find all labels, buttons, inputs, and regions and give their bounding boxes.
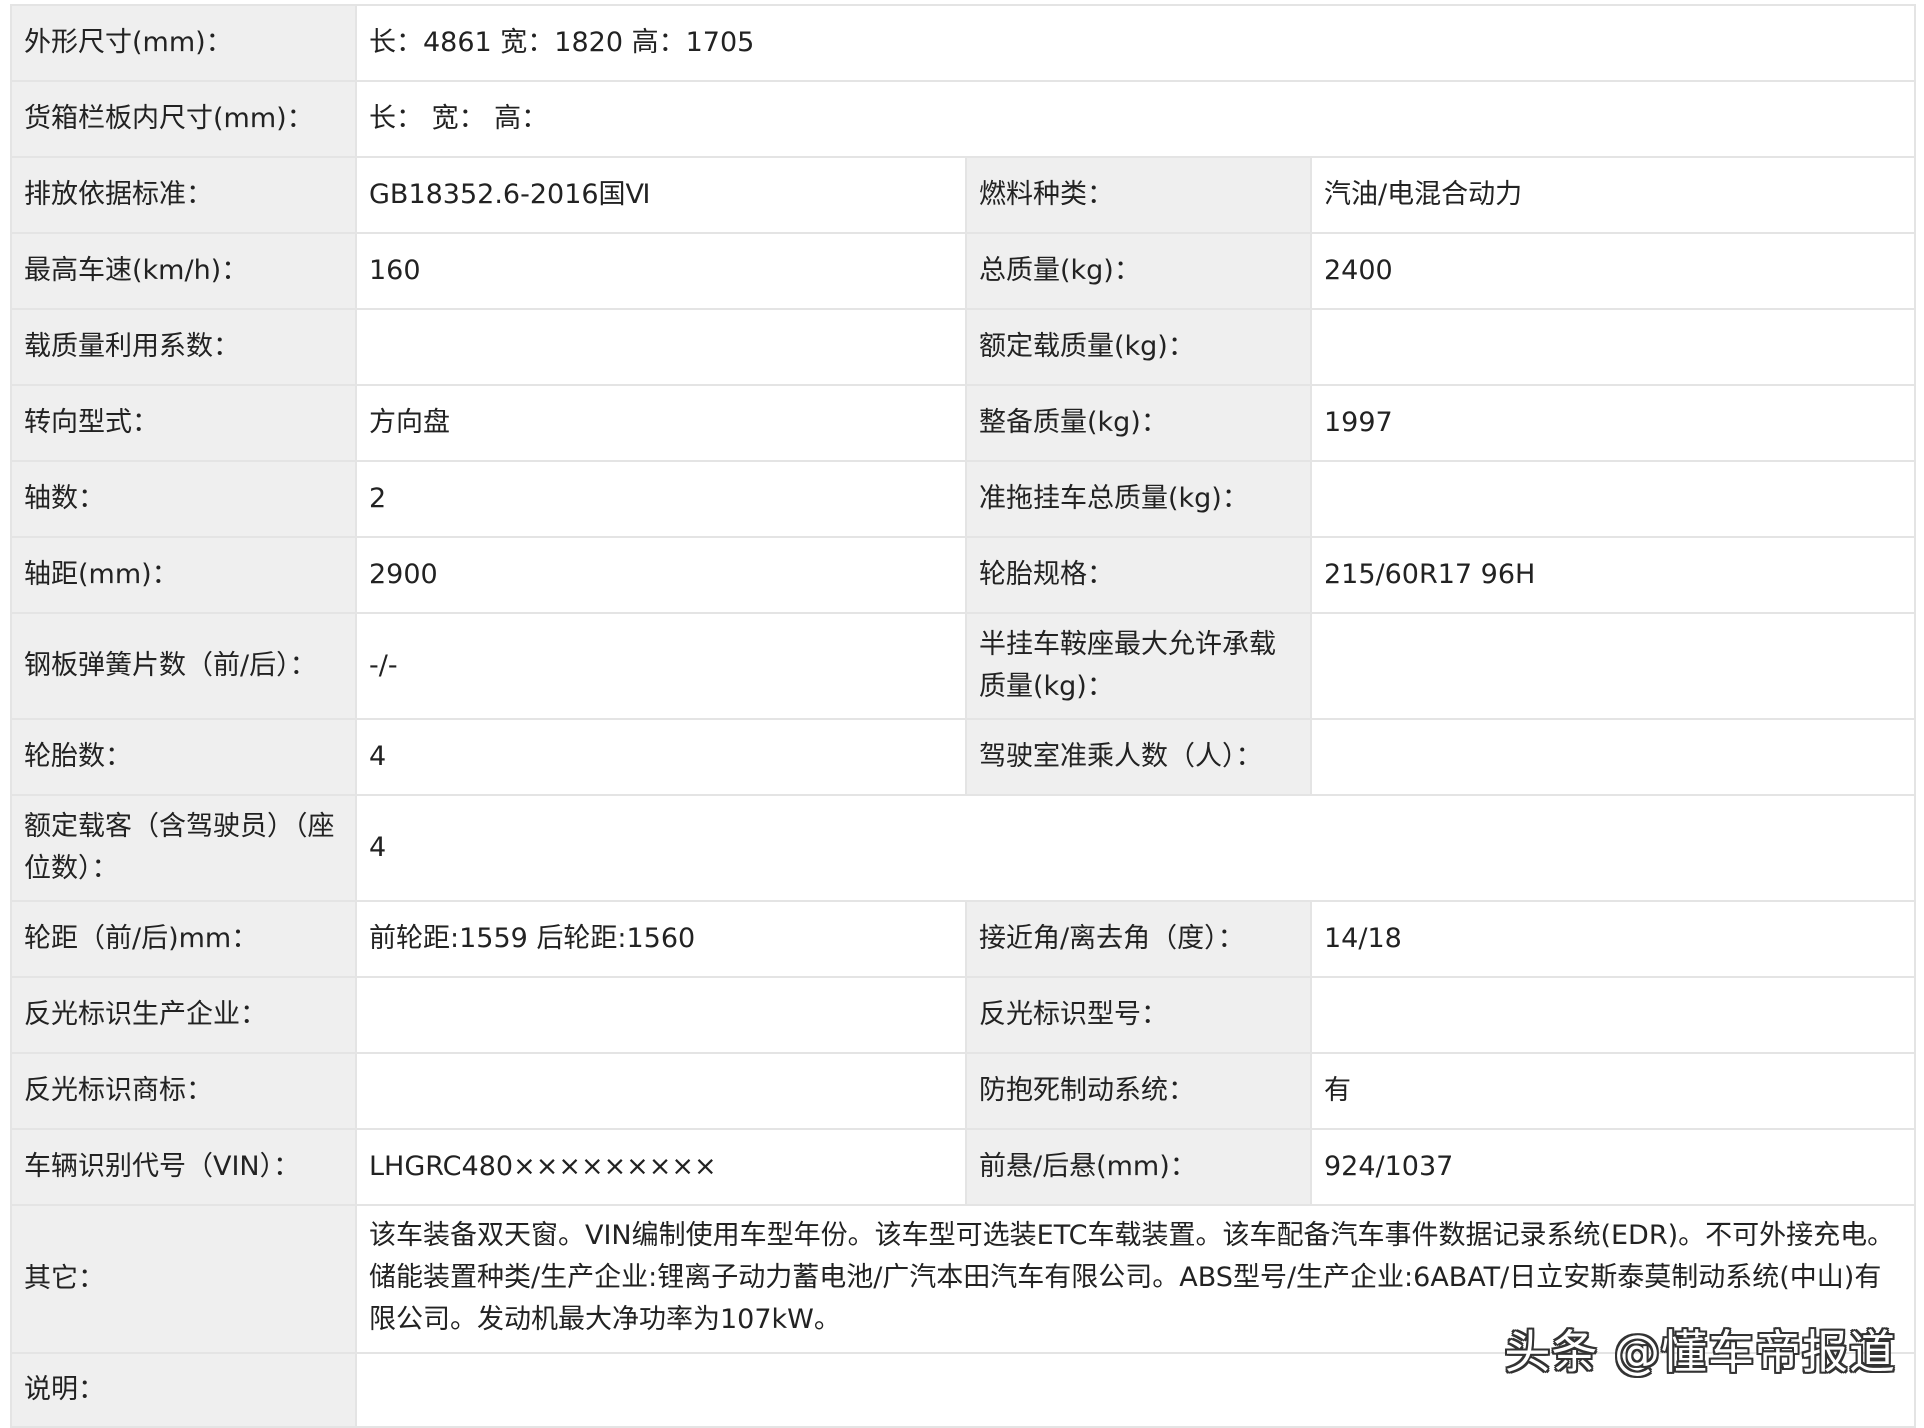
spec-value: 4: [355, 718, 967, 796]
spec-value: GB18352.6-2016国Ⅵ: [355, 156, 967, 234]
spec-row-vin-overhang: 车辆识别代号（VIN）： LHGRC480××××××××× 前悬/后悬(mm)…: [10, 1128, 1917, 1206]
spec-value: [355, 1052, 967, 1130]
spec-row-speed-mass: 最高车速(km/h)： 160 总质量(kg)： 2400: [10, 232, 1917, 310]
spec-value: [355, 976, 967, 1054]
spec-label: 其它：: [10, 1204, 357, 1354]
spec-value: 924/1037: [1309, 1128, 1917, 1206]
spec-value: 汽油/电混合动力: [1309, 156, 1917, 234]
spec-row-reflective-maker: 反光标识生产企业： 反光标识型号：: [10, 976, 1917, 1054]
spec-row-cargo-dimensions: 货箱栏板内尺寸(mm)： 长： 宽： 高：: [10, 80, 1917, 158]
spec-label: 半挂车鞍座最大允许承载质量(kg)：: [965, 612, 1312, 720]
spec-row-load: 载质量利用系数： 额定载质量(kg)：: [10, 308, 1917, 386]
spec-label: 前悬/后悬(mm)：: [965, 1128, 1312, 1206]
spec-row-emission-fuel: 排放依据标准： GB18352.6-2016国Ⅵ 燃料种类： 汽油/电混合动力: [10, 156, 1917, 234]
spec-row-track-angles: 轮距（前/后)mm： 前轮距:1559 后轮距:1560 接近角/离去角（度）：…: [10, 900, 1917, 978]
spec-label: 防抱死制动系统：: [965, 1052, 1312, 1130]
spec-row-springs-saddle: 钢板弹簧片数（前/后）： -/- 半挂车鞍座最大允许承载质量(kg)：: [10, 612, 1917, 720]
spec-value: -/-: [355, 612, 967, 720]
spec-label: 准拖挂车总质量(kg)：: [965, 460, 1312, 538]
spec-label: 轮距（前/后)mm：: [10, 900, 357, 978]
spec-label: 钢板弹簧片数（前/后）：: [10, 612, 357, 720]
spec-row-dimensions: 外形尺寸(mm)： 长：4861 宽：1820 高：1705: [10, 4, 1917, 82]
spec-label: 额定载质量(kg)：: [965, 308, 1312, 386]
spec-value: 4: [354, 794, 1917, 902]
spec-value: 2: [355, 460, 967, 538]
spec-label: 整备质量(kg)：: [965, 384, 1312, 462]
spec-label: 轮胎规格：: [965, 536, 1312, 614]
spec-value: 长： 宽： 高：: [354, 80, 1917, 158]
spec-label: 总质量(kg)：: [965, 232, 1312, 310]
spec-label: 车辆识别代号（VIN）：: [10, 1128, 357, 1206]
spec-value: 160: [355, 232, 967, 310]
spec-label: 额定载客（含驾驶员）（座位数）：: [10, 794, 357, 902]
spec-label: 轴数：: [10, 460, 357, 538]
spec-value: 前轮距:1559 后轮距:1560: [355, 900, 967, 978]
spec-label: 载质量利用系数：: [10, 308, 357, 386]
spec-label: 转向型式：: [10, 384, 357, 462]
spec-value: [1309, 718, 1917, 796]
spec-label: 外形尺寸(mm)：: [10, 4, 357, 82]
spec-label: 反光标识型号：: [965, 976, 1312, 1054]
spec-row-axles-trailer: 轴数： 2 准拖挂车总质量(kg)：: [10, 460, 1917, 538]
spec-value: [355, 308, 967, 386]
spec-label: 说明：: [10, 1352, 357, 1428]
spec-value: LHGRC480×××××××××: [355, 1128, 967, 1206]
spec-value: [1309, 460, 1917, 538]
spec-row-tires-cab: 轮胎数： 4 驾驶室准乘人数（人）：: [10, 718, 1917, 796]
vehicle-spec-table: 外形尺寸(mm)： 长：4861 宽：1820 高：1705 货箱栏板内尺寸(m…: [10, 4, 1917, 1428]
spec-label: 反光标识商标：: [10, 1052, 357, 1130]
spec-label: 反光标识生产企业：: [10, 976, 357, 1054]
spec-label: 货箱栏板内尺寸(mm)：: [10, 80, 357, 158]
spec-row-steering-curb: 转向型式： 方向盘 整备质量(kg)： 1997: [10, 384, 1917, 462]
spec-value: [1309, 612, 1917, 720]
spec-label: 燃料种类：: [965, 156, 1312, 234]
spec-label: 轴距(mm)：: [10, 536, 357, 614]
spec-label: 排放依据标准：: [10, 156, 357, 234]
spec-value: 长：4861 宽：1820 高：1705: [354, 4, 1917, 82]
spec-value: [1309, 976, 1917, 1054]
watermark: 头条 @懂车帝报道: [1504, 1325, 1896, 1379]
spec-row-wheelbase-tire: 轴距(mm)： 2900 轮胎规格： 215/60R17 96H: [10, 536, 1917, 614]
spec-row-seats: 额定载客（含驾驶员）（座位数）： 4: [10, 794, 1917, 902]
spec-value: 2400: [1309, 232, 1917, 310]
spec-value: 2900: [355, 536, 967, 614]
spec-row-reflective-brand-abs: 反光标识商标： 防抱死制动系统： 有: [10, 1052, 1917, 1130]
spec-value: 14/18: [1309, 900, 1917, 978]
spec-value: 215/60R17 96H: [1309, 536, 1917, 614]
spec-label: 轮胎数：: [10, 718, 357, 796]
spec-value: 有: [1309, 1052, 1917, 1130]
spec-label: 驾驶室准乘人数（人）：: [965, 718, 1312, 796]
spec-label: 最高车速(km/h)：: [10, 232, 357, 310]
spec-label: 接近角/离去角（度）：: [965, 900, 1312, 978]
spec-value: 1997: [1309, 384, 1917, 462]
spec-value: [1309, 308, 1917, 386]
spec-value: 方向盘: [355, 384, 967, 462]
